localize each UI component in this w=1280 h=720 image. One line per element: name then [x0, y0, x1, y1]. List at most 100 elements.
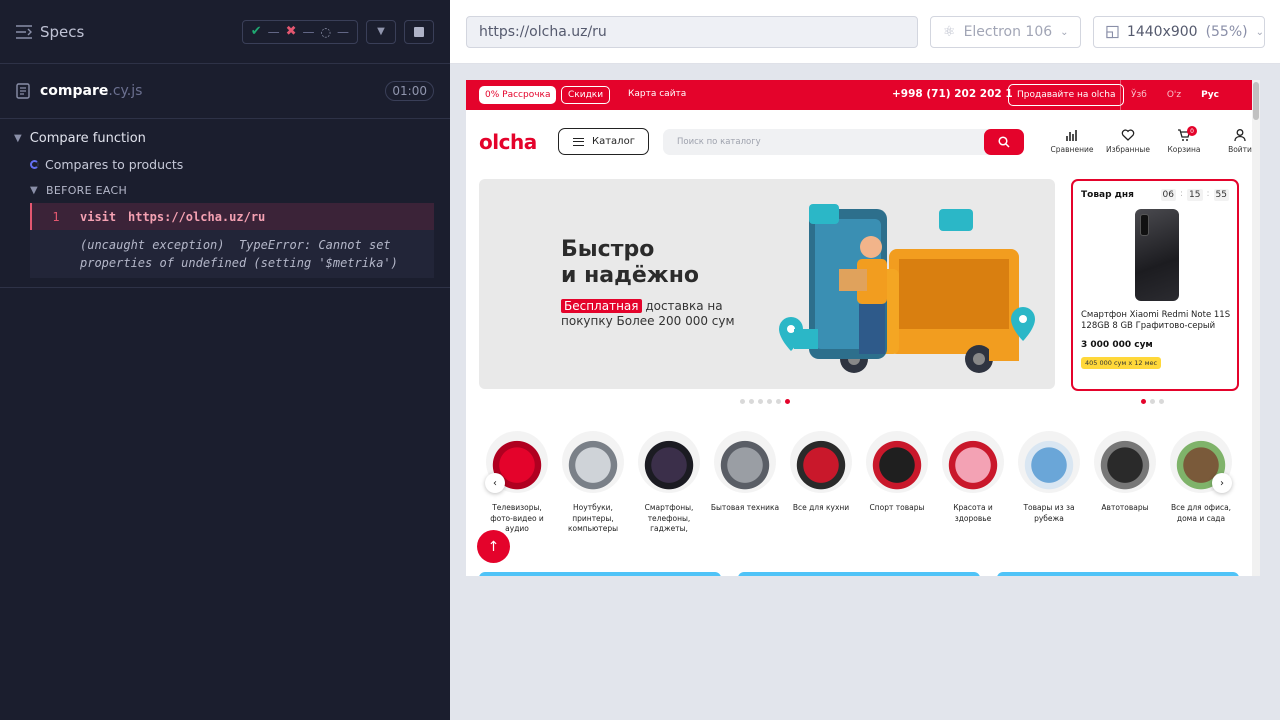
site-logo[interactable]: olcha [479, 130, 537, 154]
discounts-link[interactable]: Скидки [561, 86, 611, 104]
product-image[interactable] [1135, 209, 1179, 301]
category-item[interactable]: Ноутбуки, принтеры, компьютеры [555, 431, 631, 535]
specs-menu-icon[interactable] [16, 24, 32, 39]
browser-selector[interactable]: ⚛ Electron 106 ⌄ [930, 16, 1081, 48]
carousel-next-button[interactable]: › [1212, 473, 1232, 493]
page-scrollbar[interactable] [1252, 80, 1260, 576]
category-label[interactable]: Красота и здоровье [938, 503, 1008, 524]
pagination-dot[interactable] [776, 399, 781, 404]
pagination-dot[interactable] [758, 399, 763, 404]
timer-separator: : [1180, 189, 1184, 199]
category-image[interactable] [942, 431, 1004, 493]
test-title-row[interactable]: Compares to products [0, 151, 450, 177]
pending-count: — [337, 24, 349, 39]
command-row[interactable]: 1 visit https://olcha.uz/ru [30, 203, 434, 230]
passed-check-icon: ✔ [250, 24, 262, 39]
installment-badge: 405 000 сум x 12 мес [1081, 357, 1162, 369]
pagination-dot[interactable] [785, 399, 790, 404]
suite-title-row[interactable]: ▼ Compare function [0, 125, 450, 151]
pagination-dot[interactable] [749, 399, 754, 404]
heart-icon [1121, 129, 1135, 141]
language-switcher: Ўзб O'z Рус [1120, 80, 1229, 110]
favorites-button[interactable]: Избранные [1100, 128, 1156, 154]
error-message[interactable]: (uncaught exception) TypeError: Cannot s… [30, 230, 434, 278]
pagination-dot[interactable] [740, 399, 745, 404]
stop-button[interactable] [404, 19, 434, 44]
chevron-down-icon: ▼ [377, 26, 385, 37]
viewport-size: 1440x900 [1126, 24, 1198, 40]
header-actions: Сравнение Избранные 0 Корзина Войти [1044, 126, 1260, 154]
sitemap-link[interactable]: Карта сайта [628, 89, 686, 99]
category-image[interactable] [790, 431, 852, 493]
hook-title-row[interactable]: ▼ BEFORE EACH [0, 177, 450, 203]
category-label[interactable]: Автотовары [1090, 503, 1160, 514]
category-image[interactable] [638, 431, 700, 493]
lang-uz-cyrillic[interactable]: Ўзб [1121, 90, 1157, 100]
pagination-dot[interactable] [1141, 399, 1146, 404]
lang-ru[interactable]: Рус [1191, 90, 1229, 100]
browser-name: Electron 106 [963, 24, 1053, 40]
installment-link[interactable]: 0% Рассрочка [479, 86, 557, 104]
category-item[interactable]: Спорт товары [859, 431, 935, 535]
category-image[interactable] [1094, 431, 1156, 493]
category-item[interactable]: Все для кухни [783, 431, 859, 535]
catalog-button[interactable]: Каталог [558, 128, 649, 155]
scrollbar-thumb[interactable] [1253, 82, 1259, 120]
category-label[interactable]: Все для кухни [786, 503, 856, 514]
login-button[interactable]: Войти [1212, 128, 1260, 154]
search-input[interactable]: Поиск по каталогу [663, 129, 1024, 155]
category-label[interactable]: Ноутбуки, принтеры, компьютеры [558, 503, 628, 535]
category-label[interactable]: Товары из за рубежа [1014, 503, 1084, 524]
viewport-icon [1106, 25, 1119, 39]
category-image[interactable] [1018, 431, 1080, 493]
category-label[interactable]: Спорт товары [862, 503, 932, 514]
spec-file-ext: .cy.js [108, 83, 143, 99]
category-item[interactable]: Товары из за рубежа [1011, 431, 1087, 535]
category-item[interactable]: Смартфоны, телефоны, гаджеты, [631, 431, 707, 535]
category-label[interactable]: Смартфоны, телефоны, гаджеты, [634, 503, 704, 535]
promo-card[interactable] [738, 572, 980, 576]
carousel-prev-button[interactable]: ‹ [485, 473, 505, 493]
category-image[interactable] [866, 431, 928, 493]
pagination-dot[interactable] [767, 399, 772, 404]
reporter-panel: Specs ✔ — ✖ — ◌ — ▼ compare .cy.js 01:00… [0, 0, 450, 720]
sell-on-olcha-button[interactable]: Продавайте на olcha [1008, 84, 1125, 106]
search-button[interactable] [984, 129, 1024, 155]
lang-uz-latin[interactable]: O'z [1157, 90, 1191, 100]
favorites-label: Избранные [1106, 145, 1150, 154]
promo-banner[interactable]: Быстро и надёжно Бесплатная доставка на … [479, 179, 1055, 389]
bar-chart-icon [1066, 130, 1077, 141]
test-title: Compares to products [45, 156, 184, 172]
promo-card[interactable] [479, 572, 721, 576]
suite-block: ▼ Compare function Compares to products … [0, 119, 450, 288]
pagination-dot[interactable] [1159, 399, 1164, 404]
cart-button[interactable]: 0 Корзина [1156, 126, 1212, 154]
category-image[interactable] [562, 431, 624, 493]
viewport-selector[interactable]: 1440x900 (55%) ⌄ [1093, 16, 1265, 48]
phone-link[interactable]: +998 (71) 202 202 1 [892, 88, 1013, 100]
pagination-dot[interactable] [1150, 399, 1155, 404]
failed-x-icon: ✖ [285, 24, 297, 39]
command-message: https://olcha.uz/ru [128, 209, 266, 224]
category-label[interactable]: Все для офиса, дома и сада [1166, 503, 1236, 524]
category-item[interactable]: Бытовая техника [707, 431, 783, 535]
banner-pagination [740, 399, 790, 404]
url-bar[interactable]: https://olcha.uz/ru [466, 16, 918, 48]
category-image[interactable] [714, 431, 776, 493]
specs-label[interactable]: Specs [40, 23, 84, 41]
compare-button[interactable]: Сравнение [1044, 128, 1100, 154]
category-label[interactable]: Бытовая техника [710, 503, 780, 514]
caret-down-icon: ▼ [14, 132, 22, 144]
spec-file-row[interactable]: compare .cy.js 01:00 [0, 64, 450, 119]
promo-card[interactable] [997, 572, 1239, 576]
product-of-day-card[interactable]: Товар дня 06: 15: 55 Смартфон Xiaomi Red… [1071, 179, 1239, 391]
camera-module [1140, 214, 1149, 236]
electron-icon: ⚛ [943, 24, 956, 40]
passed-count: — [267, 24, 280, 39]
category-item[interactable]: Автотовары [1087, 431, 1163, 535]
scroll-to-top-button[interactable]: ↑ [477, 530, 510, 563]
category-item[interactable]: Красота и здоровье [935, 431, 1011, 535]
product-name[interactable]: Смартфон Xiaomi Redmi Note 11S 128GB 8 G… [1081, 310, 1233, 332]
auto-scroll-button[interactable]: ▼ [366, 19, 396, 44]
error-line: (uncaught exception) TypeError: Cannot s… [80, 238, 391, 252]
